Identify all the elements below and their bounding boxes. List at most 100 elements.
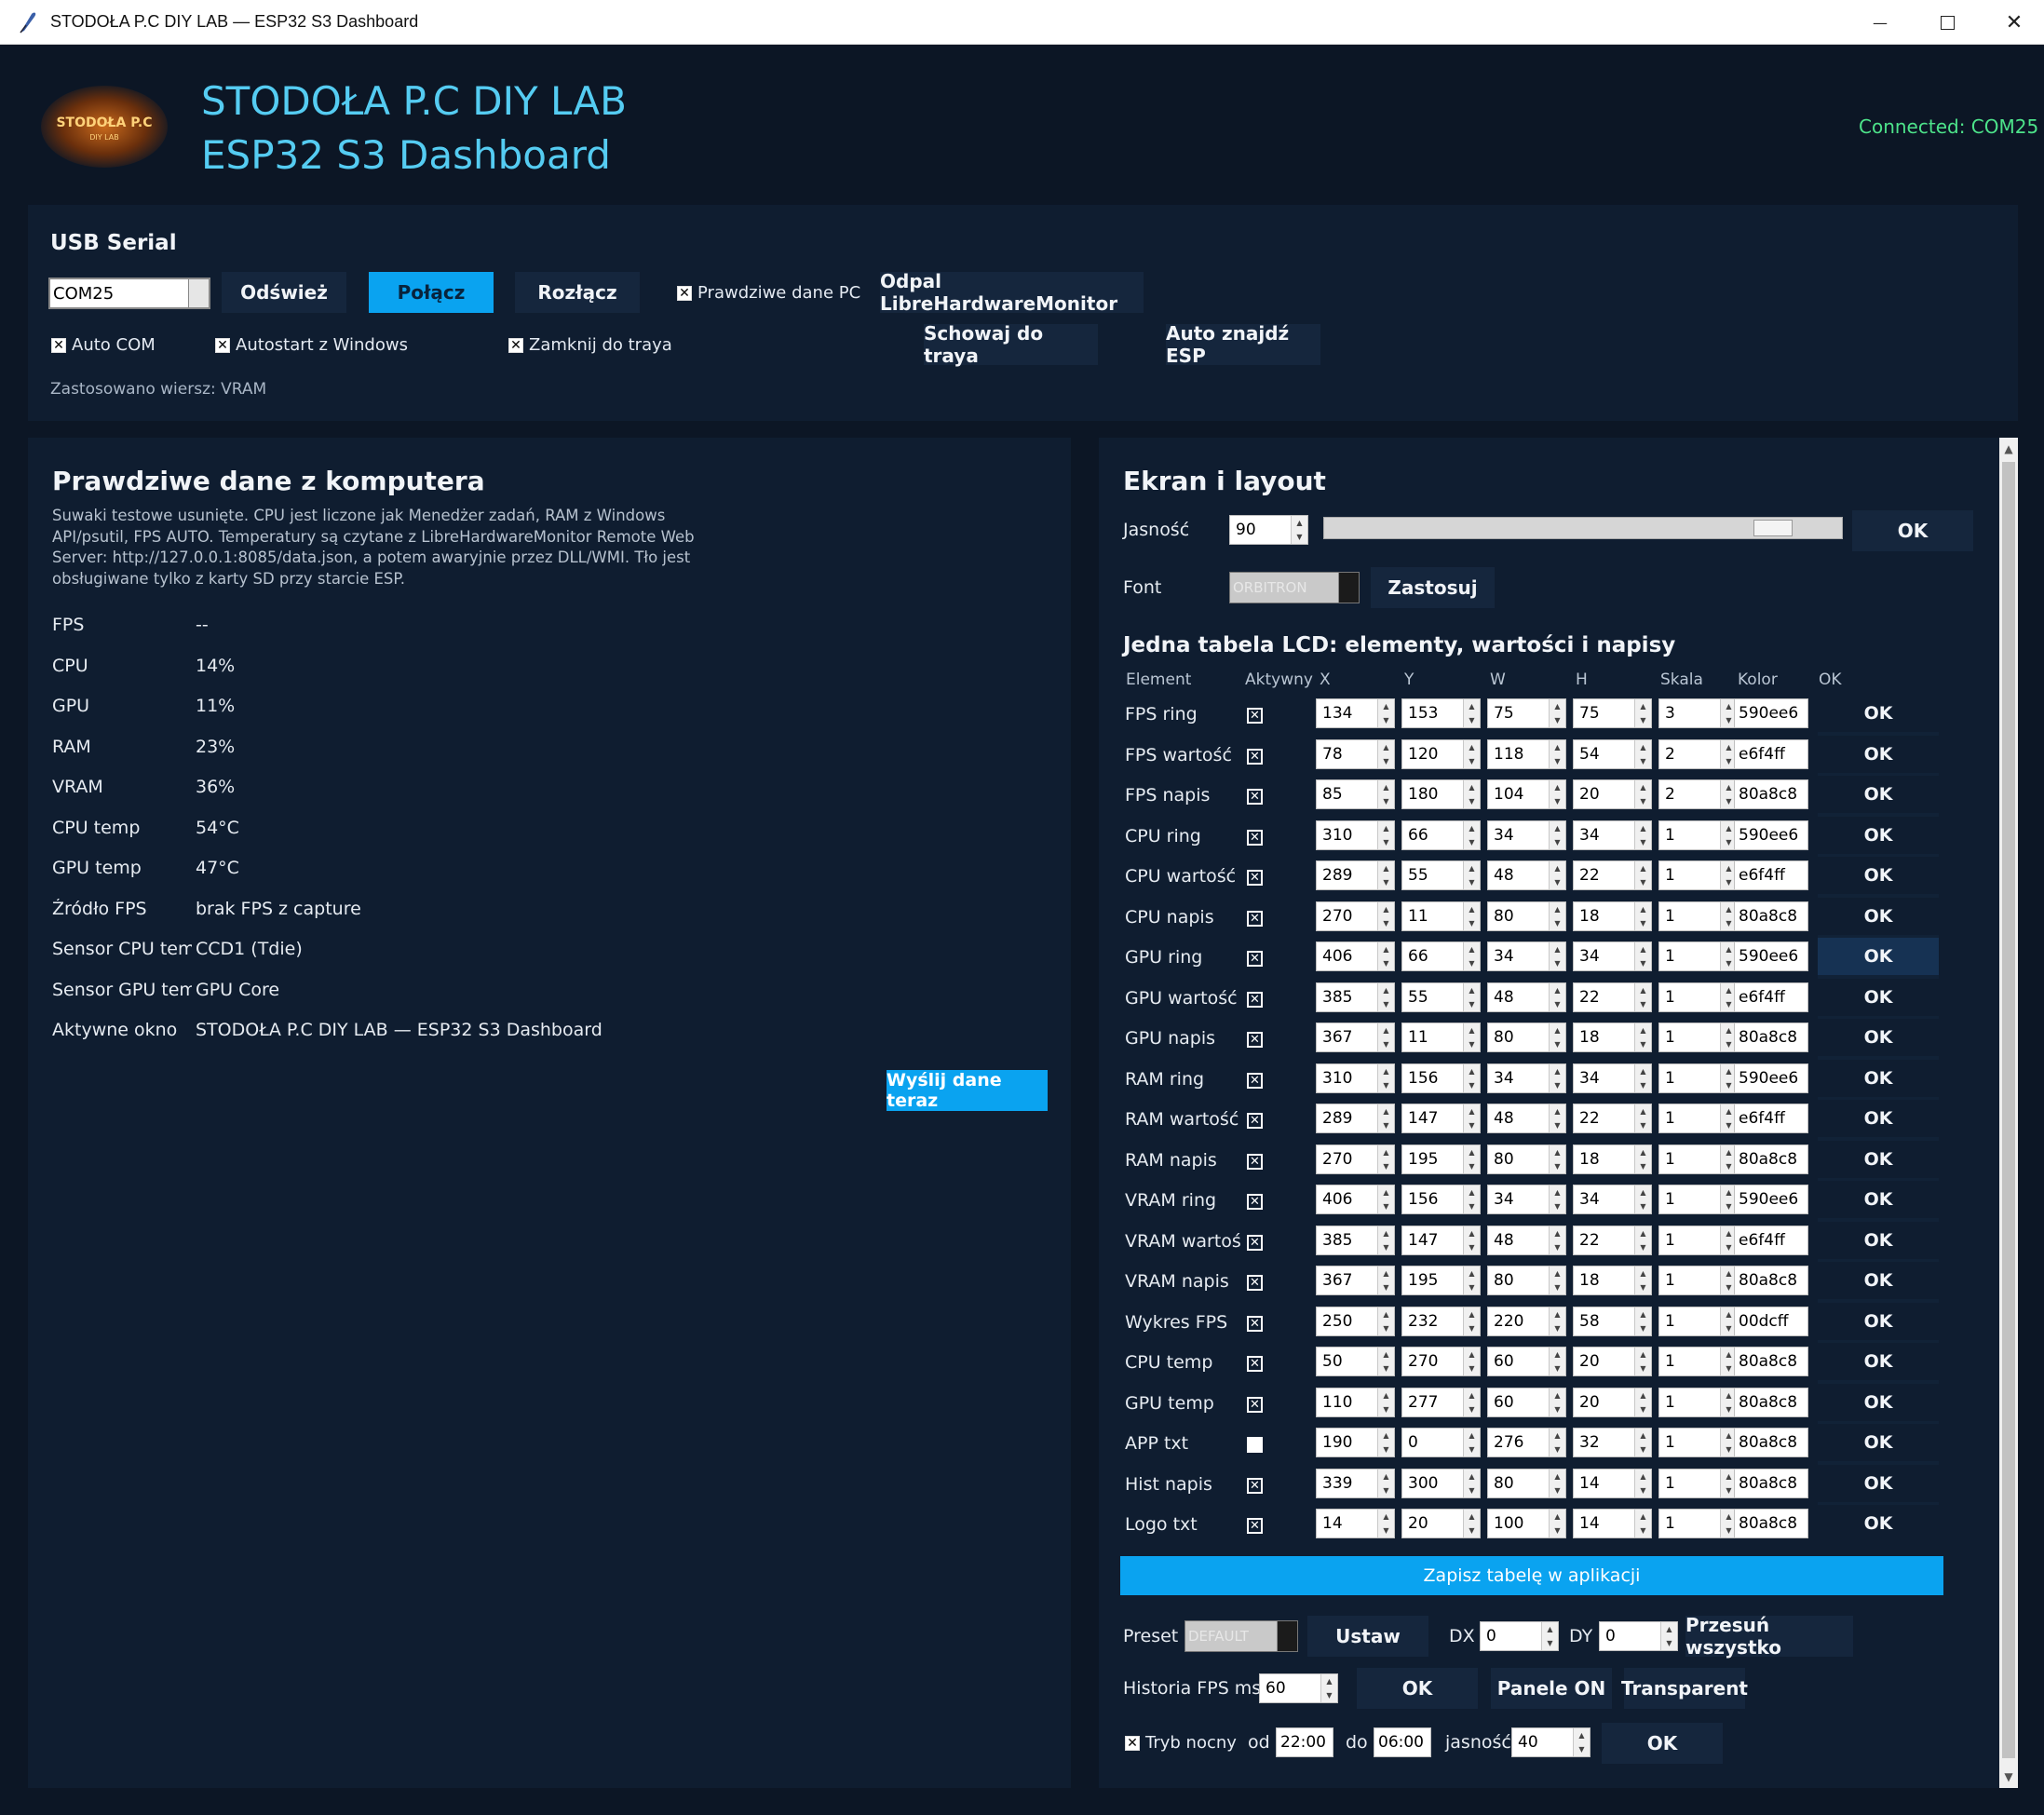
spin-h[interactable]: 58 ▲ ▼ <box>1573 1306 1652 1336</box>
spin-x[interactable]: 78 ▲ ▼ <box>1316 738 1395 769</box>
spin-w[interactable]: 34 ▲ ▼ <box>1487 1063 1566 1093</box>
spin-h[interactable]: 20 ▲ ▼ <box>1573 1347 1652 1376</box>
checkbox-checked-icon[interactable]: ✕ <box>1247 1153 1263 1170</box>
spin-arrows-icon[interactable]: ▲ ▼ <box>1377 739 1394 768</box>
row-ok-button[interactable]: OK <box>1818 1221 1939 1259</box>
color-input[interactable]: e6f4ff <box>1734 1225 1808 1255</box>
row-ok-button[interactable]: OK <box>1818 735 1939 773</box>
row-ok-button[interactable]: OK <box>1818 1343 1939 1380</box>
spin-arrows-icon[interactable]: ▲ ▼ <box>1634 780 1651 808</box>
spin-s[interactable]: 1 ▲ ▼ <box>1658 1266 1738 1295</box>
row-ok-button[interactable]: OK <box>1818 1383 1939 1421</box>
checkbox-checked-icon[interactable]: ✕ <box>1247 789 1263 805</box>
spin-arrows-icon[interactable]: ▲ ▼ <box>1634 1307 1651 1335</box>
spin-arrows-icon[interactable]: ▲ ▼ <box>1377 982 1394 1011</box>
color-input[interactable]: e6f4ff <box>1734 1104 1808 1133</box>
spin-arrows-icon[interactable]: ▲ ▼ <box>1377 1510 1394 1537</box>
spin-y[interactable]: 11 ▲ ▼ <box>1401 1023 1481 1052</box>
brightness-ok-button[interactable]: OK <box>1852 510 1973 551</box>
spin-w[interactable]: 80 ▲ ▼ <box>1487 901 1566 931</box>
chevron-down-icon[interactable] <box>188 279 209 307</box>
spin-w[interactable]: 220 ▲ ▼ <box>1487 1306 1566 1336</box>
spin-arrows-icon[interactable]: ▲ ▼ <box>1634 861 1651 889</box>
checkbox-checked-icon[interactable]: ✕ <box>1247 910 1263 927</box>
font-select[interactable]: ORBITRON <box>1229 572 1360 603</box>
auto-com-checkbox[interactable]: ✕ Auto COM <box>51 335 156 355</box>
spin-y[interactable]: 147 ▲ ▼ <box>1401 1225 1481 1255</box>
spin-s[interactable]: 1 ▲ ▼ <box>1658 1063 1738 1093</box>
spin-y[interactable]: 147 ▲ ▼ <box>1401 1104 1481 1133</box>
spin-y[interactable]: 11 ▲ ▼ <box>1401 901 1481 931</box>
checkbox-checked-icon[interactable]: ✕ <box>1247 748 1263 765</box>
spin-arrows-icon[interactable]: ▲ ▼ <box>1549 1023 1565 1051</box>
spin-arrows-icon[interactable]: ▲ ▼ <box>1377 1104 1394 1132</box>
spin-y[interactable]: 55 ▲ ▼ <box>1401 982 1481 1012</box>
row-ok-button[interactable]: OK <box>1818 776 1939 813</box>
spin-arrows-icon[interactable]: ▲ ▼ <box>1634 1185 1651 1213</box>
row-ok-button[interactable]: OK <box>1818 1059 1939 1097</box>
spin-y[interactable]: 20 ▲ ▼ <box>1401 1509 1481 1538</box>
spin-arrows-icon[interactable]: ▲ ▼ <box>1549 942 1565 970</box>
spin-w[interactable]: 80 ▲ ▼ <box>1487 1468 1566 1498</box>
checkbox-checked-icon[interactable]: ✕ <box>1125 1735 1140 1751</box>
spin-arrows-icon[interactable]: ▲ ▼ <box>1549 901 1565 930</box>
night-mode-checkbox[interactable]: ✕ Tryb nocny <box>1125 1733 1237 1753</box>
spin-y[interactable]: 156 ▲ ▼ <box>1401 1063 1481 1093</box>
color-input[interactable]: 590ee6 <box>1734 941 1808 971</box>
spin-arrows-icon[interactable]: ▲ ▼ <box>1549 1429 1565 1456</box>
spin-x[interactable]: 289 ▲ ▼ <box>1316 1104 1395 1133</box>
spin-arrows-icon[interactable]: ▲ ▼ <box>1377 942 1394 970</box>
checkbox-checked-icon[interactable]: ✕ <box>1247 1396 1263 1413</box>
spin-w[interactable]: 60 ▲ ▼ <box>1487 1387 1566 1417</box>
spin-x[interactable]: 270 ▲ ▼ <box>1316 1144 1395 1174</box>
spin-arrows-icon[interactable]: ▲ ▼ <box>1463 1104 1480 1132</box>
row-ok-button[interactable]: OK <box>1818 1262 1939 1299</box>
spin-y[interactable]: 66 ▲ ▼ <box>1401 819 1481 850</box>
spin-h[interactable]: 14 ▲ ▼ <box>1573 1509 1652 1538</box>
spin-arrows-icon[interactable]: ▲ ▼ <box>1463 942 1480 970</box>
spin-arrows-icon[interactable]: ▲ ▼ <box>1463 820 1480 849</box>
transparent-button[interactable]: Transparent <box>1621 1668 1748 1709</box>
spin-w[interactable]: 118 ▲ ▼ <box>1487 738 1566 769</box>
spin-arrows-icon[interactable]: ▲ ▼ <box>1377 1388 1394 1416</box>
spin-x[interactable]: 289 ▲ ▼ <box>1316 860 1395 890</box>
spin-arrows-icon[interactable]: ▲ ▼ <box>1377 1023 1394 1051</box>
spin-x[interactable]: 110 ▲ ▼ <box>1316 1387 1395 1417</box>
spin-arrows-icon[interactable]: ▲ ▼ <box>1634 982 1651 1011</box>
color-input[interactable]: 80a8c8 <box>1734 1347 1808 1376</box>
color-input[interactable]: 590ee6 <box>1734 1185 1808 1214</box>
checkbox-checked-icon[interactable]: ✕ <box>1247 951 1263 967</box>
spin-s[interactable]: 1 ▲ ▼ <box>1658 1306 1738 1336</box>
spin-y[interactable]: 270 ▲ ▼ <box>1401 1347 1481 1376</box>
spin-arrows-icon[interactable]: ▲ ▼ <box>1573 1728 1590 1756</box>
spin-y[interactable]: 156 ▲ ▼ <box>1401 1185 1481 1214</box>
spin-arrows-icon[interactable]: ▲ ▼ <box>1549 780 1565 808</box>
spin-arrows-icon[interactable]: ▲ ▼ <box>1549 1104 1565 1132</box>
color-input[interactable]: 80a8c8 <box>1734 1428 1808 1457</box>
spin-arrows-icon[interactable]: ▲ ▼ <box>1549 820 1565 849</box>
spin-s[interactable]: 1 ▲ ▼ <box>1658 901 1738 931</box>
spin-w[interactable]: 48 ▲ ▼ <box>1487 1104 1566 1133</box>
row-ok-button[interactable]: OK <box>1818 1019 1939 1056</box>
row-ok-button[interactable]: OK <box>1818 938 1939 975</box>
color-input[interactable]: 80a8c8 <box>1734 1266 1808 1295</box>
spin-arrows-icon[interactable]: ▲ ▼ <box>1549 1469 1565 1497</box>
save-table-button[interactable]: Zapisz tabelę w aplikacji <box>1120 1556 1943 1595</box>
spin-arrows-icon[interactable]: ▲ ▼ <box>1634 1104 1651 1132</box>
vertical-scrollbar[interactable]: ▲ ▼ <box>1999 438 2018 1788</box>
spin-s[interactable]: 1 ▲ ▼ <box>1658 1347 1738 1376</box>
color-input[interactable]: e6f4ff <box>1734 982 1808 1012</box>
night-mode-ok-button[interactable]: OK <box>1602 1723 1723 1764</box>
preset-select[interactable]: DEFAULT <box>1184 1620 1298 1652</box>
spin-s[interactable]: 3 ▲ ▼ <box>1658 698 1738 728</box>
spin-y[interactable]: 0 ▲ ▼ <box>1401 1428 1481 1457</box>
spin-arrows-icon[interactable]: ▲ ▼ <box>1634 1145 1651 1173</box>
row-ok-button[interactable]: OK <box>1818 1424 1939 1461</box>
spin-x[interactable]: 250 ▲ ▼ <box>1316 1306 1395 1336</box>
spin-arrows-icon[interactable]: ▲ ▼ <box>1463 1348 1480 1375</box>
spin-w[interactable]: 48 ▲ ▼ <box>1487 982 1566 1012</box>
spin-arrows-icon[interactable]: ▲ ▼ <box>1463 1429 1480 1456</box>
spin-arrows-icon[interactable]: ▲ ▼ <box>1377 780 1394 808</box>
color-input[interactable]: 590ee6 <box>1734 698 1808 728</box>
spin-h[interactable]: 18 ▲ ▼ <box>1573 1023 1652 1052</box>
